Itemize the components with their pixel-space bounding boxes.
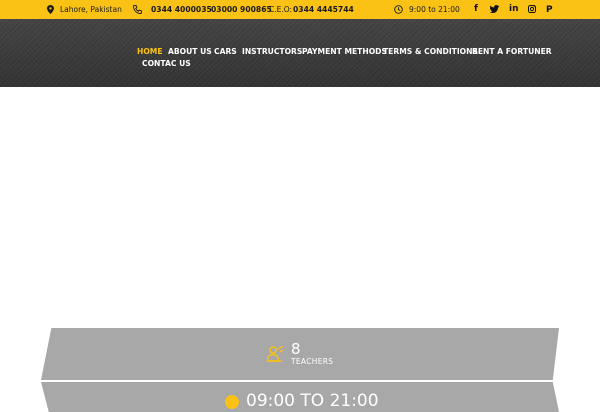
- teacher-icon: [266, 345, 284, 362]
- nav-item-rent-a-fortuner[interactable]: RENT A FORTUNER: [472, 47, 552, 57]
- nav-item-instructors[interactable]: INSTRUCTORS: [242, 47, 302, 57]
- phone-icon: [133, 5, 142, 14]
- site-header: HOME ABOUT US CARS INSTRUCTORS PAYMENT M…: [0, 19, 600, 87]
- opening-hours: 09:00 TO 21:00: [246, 391, 379, 411]
- twitter-icon[interactable]: [490, 5, 499, 13]
- ceo-phone-number[interactable]: 0344 4445744: [293, 0, 354, 19]
- linkedin-icon[interactable]: in: [509, 3, 519, 15]
- instagram-icon[interactable]: [528, 5, 536, 13]
- business-hours: 9:00 to 21:00: [409, 5, 460, 14]
- clock-icon: [394, 5, 403, 14]
- nav-item-contac-us[interactable]: CONTAC US: [142, 59, 191, 69]
- ceo-label: C.E.O:: [269, 5, 293, 14]
- pinterest-icon[interactable]: P: [546, 4, 553, 16]
- teachers-count: 8: [291, 340, 301, 358]
- top-bar: Lahore, Pakistan 0344 4000035 03000 9008…: [0, 0, 600, 19]
- phone-number-1[interactable]: 0344 4000035: [151, 0, 212, 19]
- location-text: Lahore, Pakistan: [60, 5, 122, 14]
- nav-item-cars[interactable]: CARS: [214, 47, 237, 57]
- clock-icon-large: [225, 395, 239, 409]
- facebook-icon[interactable]: f: [474, 3, 478, 15]
- nav-item-terms-conditions[interactable]: TERMS & CONDITIONS: [383, 47, 478, 57]
- phone-number-2[interactable]: 03000 900865: [211, 0, 272, 19]
- nav-item-about-us[interactable]: ABOUT US: [168, 47, 212, 57]
- nav-item-home[interactable]: HOME: [137, 47, 163, 57]
- teachers-label: TEACHERS: [291, 357, 334, 366]
- location-pin-icon: [47, 5, 54, 14]
- nav-item-payment-methods[interactable]: PAYMENT METHODS: [302, 47, 387, 57]
